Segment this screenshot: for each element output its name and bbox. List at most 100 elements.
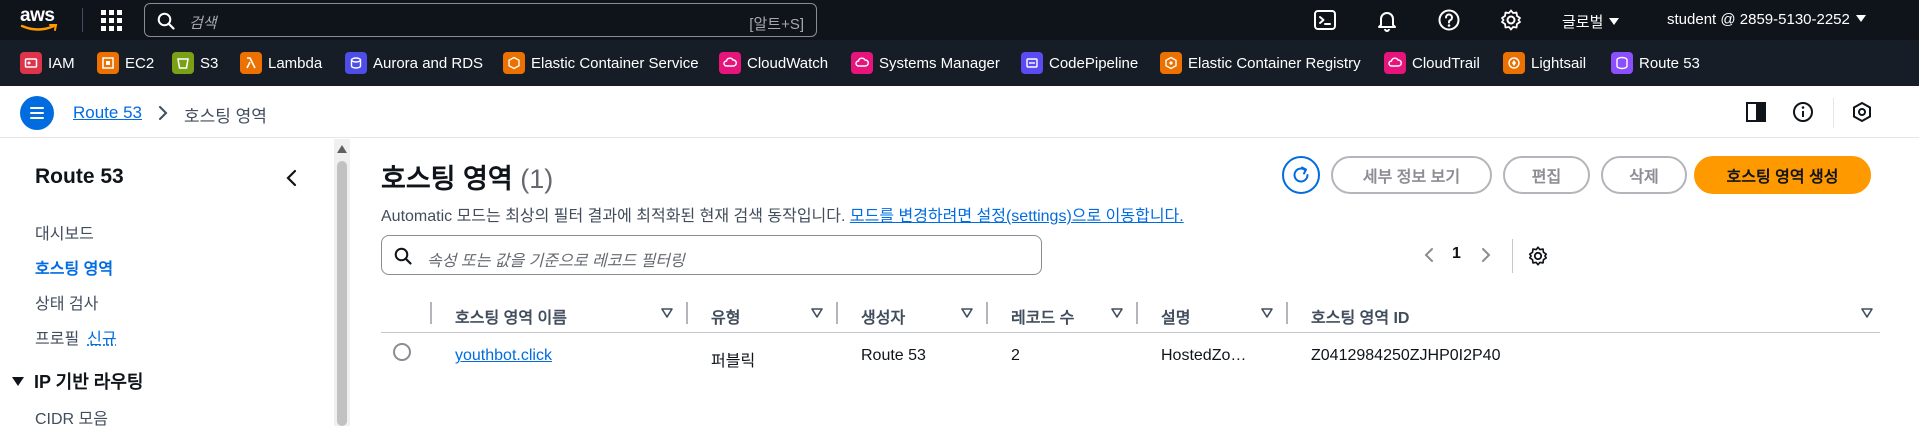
settings-gear-icon[interactable]: [1499, 8, 1523, 32]
aws-logo[interactable]: aws: [20, 5, 62, 35]
sidebar-section-label: IP 기반 라우팅: [34, 372, 144, 392]
favorite-lambda[interactable]: Lambda: [240, 52, 322, 74]
cell-description: HostedZo…: [1161, 347, 1247, 364]
column-header-hosted-zone-id[interactable]: 호스팅 영역 ID: [1311, 304, 1410, 328]
lambda-icon: [240, 52, 262, 74]
sort-down-icon[interactable]: [811, 308, 823, 318]
favorite-label: Elastic Container Registry: [1188, 54, 1361, 72]
column-divider[interactable]: [836, 302, 838, 324]
favorite-s3[interactable]: S3: [172, 52, 218, 74]
cell-record-count: 2: [1011, 347, 1020, 364]
favorite-ec2[interactable]: EC2: [97, 52, 154, 74]
sidebar-section-ip-routing[interactable]: IP 기반 라우팅: [12, 368, 143, 394]
favorite-label: Systems Manager: [879, 54, 1000, 72]
collapse-chevron-left-icon[interactable]: [285, 168, 299, 188]
row-select-radio[interactable]: [393, 343, 411, 361]
page-title-text: 호스팅 영역: [381, 164, 513, 194]
codepipeline-icon: [1021, 52, 1043, 74]
favorite-ecs[interactable]: Elastic Container Service: [503, 52, 699, 74]
column-divider[interactable]: [986, 302, 988, 324]
table-preferences-gear-icon[interactable]: [1527, 245, 1549, 267]
help-icon[interactable]: [1437, 8, 1461, 32]
favorite-ecr[interactable]: Elastic Container Registry: [1160, 52, 1361, 74]
scrollbar-thumb[interactable]: [337, 161, 347, 426]
filter-placeholder: 속성 또는 값을 기준으로 레코드 필터링: [427, 253, 685, 270]
favorite-systems-manager[interactable]: Systems Manager: [851, 52, 1000, 74]
sidebar-item-health-checks[interactable]: 상태 검사: [35, 290, 98, 314]
favorite-label: Route 53: [1639, 54, 1700, 72]
split-panel-icon[interactable]: [1745, 101, 1767, 123]
chevron-right-icon: [159, 106, 168, 120]
account-label: student @ 2859-5130-2252: [1667, 11, 1850, 28]
sort-down-icon[interactable]: [1861, 308, 1873, 318]
favorite-codepipeline[interactable]: CodePipeline: [1021, 52, 1138, 74]
favorite-route53[interactable]: Route 53: [1611, 52, 1700, 74]
delete-button[interactable]: 삭제: [1601, 156, 1687, 194]
favorite-cloudwatch[interactable]: CloudWatch: [719, 52, 828, 74]
services-menu-icon[interactable]: [100, 9, 122, 31]
next-page-chevron-icon[interactable]: [1480, 247, 1492, 263]
sidebar-item-profiles[interactable]: 프로필 신규: [35, 325, 117, 349]
favorite-cloudtrail[interactable]: CloudTrail: [1384, 52, 1480, 74]
search-placeholder: 검색: [189, 15, 217, 32]
column-header-record-count[interactable]: 레코드 수: [1011, 304, 1074, 328]
breadcrumb-current: 호스팅 영역: [184, 107, 267, 126]
ecr-icon: [1160, 52, 1182, 74]
column-divider[interactable]: [1286, 302, 1288, 324]
sort-down-icon[interactable]: [961, 308, 973, 318]
column-divider[interactable]: [686, 302, 688, 324]
column-header-type[interactable]: 유형: [711, 304, 740, 328]
breadcrumb-bar: Route 53 호스팅 영역: [0, 86, 1919, 138]
cloudshell-icon[interactable]: [1313, 8, 1337, 32]
info-icon[interactable]: [1792, 101, 1814, 123]
search-mode-description: Automatic 모드는 최상의 필터 결과에 최적화된 현재 검색 동작입니…: [381, 202, 1184, 226]
favorite-lightsail[interactable]: Lightsail: [1503, 52, 1586, 74]
column-header-description[interactable]: 설명: [1161, 304, 1190, 328]
ecs-icon: [503, 52, 525, 74]
cloudwatch-icon: [719, 52, 741, 74]
create-hosted-zone-button[interactable]: 호스팅 영역 생성: [1694, 156, 1871, 194]
view-details-button[interactable]: 세부 정보 보기: [1331, 156, 1492, 194]
refresh-button[interactable]: [1282, 156, 1320, 194]
favorite-label: EC2: [125, 54, 155, 72]
scroll-up-arrow-icon[interactable]: [337, 145, 347, 153]
sidebar-scrollbar[interactable]: [334, 139, 350, 426]
favorite-iam[interactable]: IAM: [20, 52, 75, 74]
sort-down-icon[interactable]: [1111, 308, 1123, 318]
table-header: 호스팅 영역 이름 유형 생성자 레코드 수 설명 호스팅 영역 ID: [381, 295, 1880, 333]
side-navigation-toggle-button[interactable]: [20, 96, 54, 130]
column-header-name[interactable]: 호스팅 영역 이름: [455, 304, 567, 328]
top-navigation: aws 검색 [알트+S] 글로벌 student @ 2859-5130-22…: [0, 0, 1919, 40]
divider: [1512, 239, 1513, 273]
global-search-input[interactable]: 검색 [알트+S]: [144, 3, 817, 37]
record-filter-input[interactable]: 속성 또는 값을 기준으로 레코드 필터링: [381, 235, 1042, 275]
current-page-number[interactable]: 1: [1452, 245, 1461, 263]
aws-smile-icon: [20, 24, 58, 31]
sort-down-icon[interactable]: [661, 308, 673, 318]
sidebar-item-hosted-zones[interactable]: 호스팅 영역: [35, 255, 113, 279]
sort-down-icon[interactable]: [1261, 308, 1273, 318]
expand-triangle-icon: [12, 376, 24, 386]
previous-page-chevron-icon[interactable]: [1423, 247, 1435, 263]
sidebar-item-dashboard[interactable]: 대시보드: [35, 220, 94, 244]
favorite-label: Lambda: [268, 54, 323, 72]
hosted-zone-name-link[interactable]: youthbot.click: [455, 347, 552, 365]
page-title: 호스팅 영역 (1): [381, 157, 553, 196]
favorite-label: IAM: [48, 54, 75, 72]
sidebar-title[interactable]: Route 53: [35, 165, 124, 189]
feedback-hexagon-icon[interactable]: [1851, 101, 1873, 123]
sidebar-item-cidr-collections[interactable]: CIDR 모음: [35, 405, 108, 426]
edit-button[interactable]: 편집: [1503, 156, 1590, 194]
favorite-aurora-rds[interactable]: Aurora and RDS: [345, 52, 483, 74]
iam-icon: [20, 52, 42, 74]
breadcrumb-route53-link[interactable]: Route 53: [73, 103, 142, 123]
account-menu[interactable]: student @ 2859-5130-2252: [1667, 11, 1866, 28]
region-selector[interactable]: 글로벌: [1562, 11, 1620, 32]
notifications-bell-icon[interactable]: [1375, 8, 1399, 32]
cell-type: 퍼블릭: [711, 353, 756, 370]
settings-link[interactable]: 모드를 변경하려면 설정(settings)으로 이동합니다.: [850, 208, 1184, 225]
table-row[interactable]: youthbot.click 퍼블릭 Route 53 2 HostedZo… …: [381, 333, 1880, 377]
divider: [82, 8, 83, 32]
column-divider[interactable]: [1136, 302, 1138, 324]
column-header-created-by[interactable]: 생성자: [861, 304, 905, 328]
